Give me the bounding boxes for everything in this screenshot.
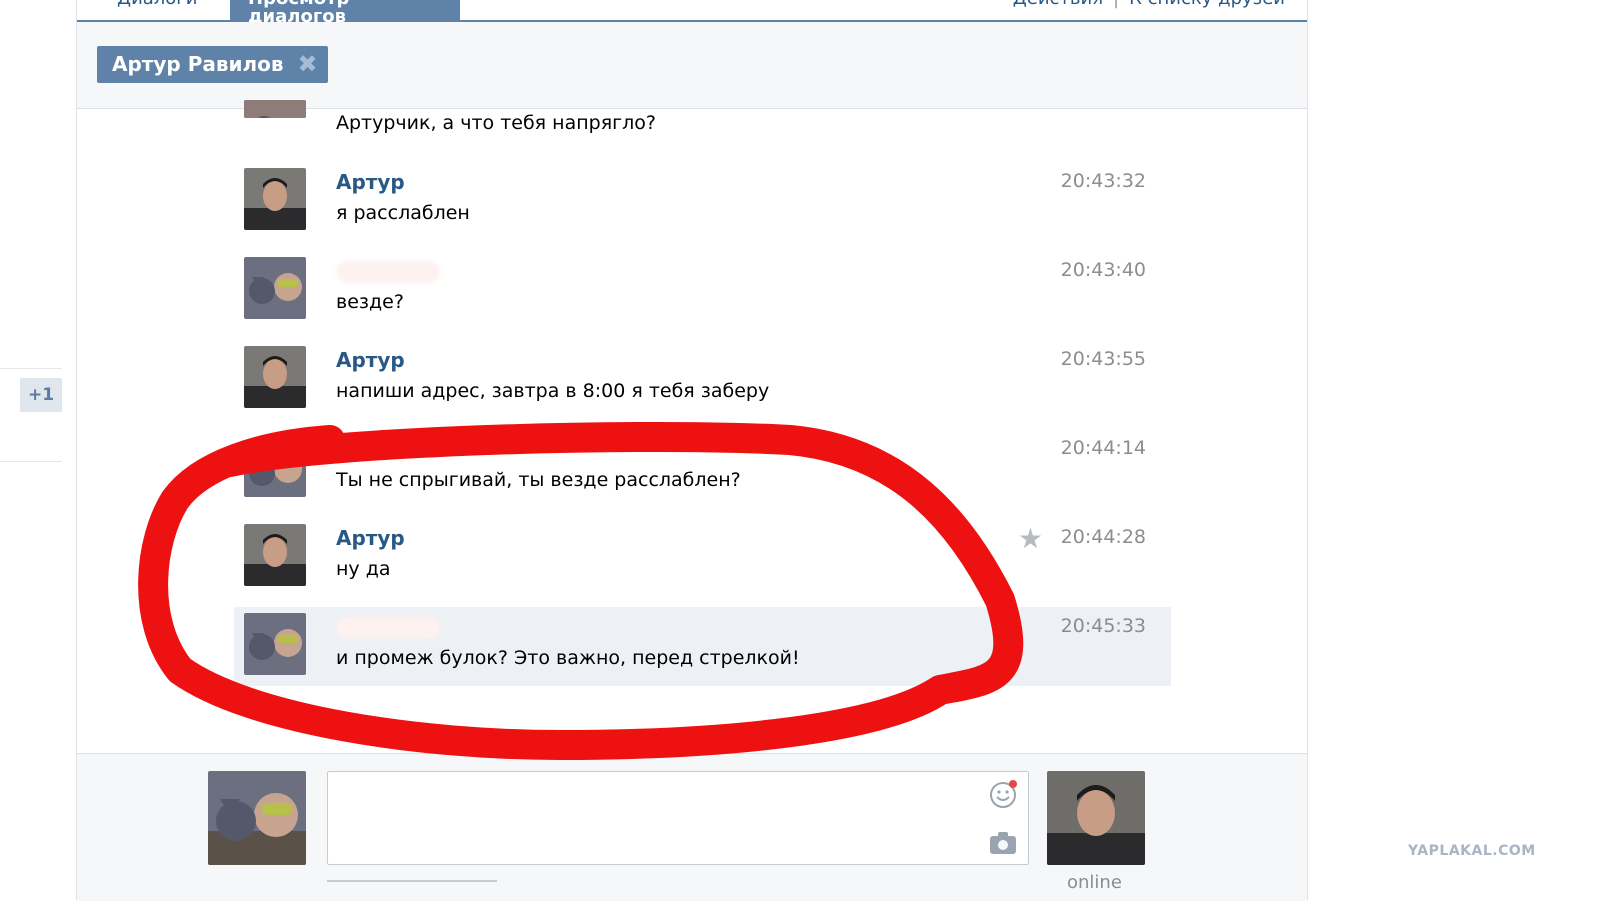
header-actions: Действия|К списку друзей bbox=[1013, 0, 1285, 8]
dialog-panel: Диалоги Просмотр диалогов Действия|К спи… bbox=[76, 0, 1308, 901]
avatar-me[interactable] bbox=[244, 459, 306, 497]
message-text: и промеж булок? Это важно, перед стрелко… bbox=[336, 647, 800, 669]
watermark: YAPLAKAL.COM bbox=[1408, 843, 1536, 859]
message-author[interactable]: Артур bbox=[336, 348, 405, 372]
avatar-artur[interactable] bbox=[244, 168, 306, 230]
message-list: Артурчик, а что тебя напрягло? Артур я р… bbox=[77, 100, 1307, 755]
smile-icon[interactable] bbox=[988, 780, 1018, 810]
actions-separator: | bbox=[1103, 0, 1129, 9]
message-time: 20:44:28 bbox=[1060, 526, 1146, 548]
tab-dialogs[interactable]: Диалоги bbox=[99, 0, 215, 20]
message-input[interactable] bbox=[327, 771, 1029, 865]
message-text: ну да bbox=[336, 558, 391, 580]
message-row[interactable]: Артур ну да ★ 20:44:28 bbox=[234, 518, 1171, 605]
composer-avatar-peer[interactable] bbox=[1047, 771, 1145, 865]
message-text: Ты не спрыгивай, ты везде расслаблен? bbox=[336, 469, 741, 491]
blurred-author bbox=[336, 261, 440, 283]
message-time: 20:43:32 bbox=[1060, 170, 1146, 192]
tab-bar: Диалоги Просмотр диалогов Действия|К спи… bbox=[77, 0, 1307, 26]
message-author[interactable]: Артур bbox=[336, 526, 405, 550]
message-row[interactable]: Ты не спрыгивай, ты везде расслаблен? 20… bbox=[234, 429, 1171, 516]
avatar-artur[interactable] bbox=[244, 346, 306, 408]
tab-view-dialogs[interactable]: Просмотр диалогов bbox=[230, 0, 460, 26]
message-text: я расслаблен bbox=[336, 202, 470, 224]
message-row[interactable]: и промеж булок? Это важно, перед стрелко… bbox=[234, 607, 1171, 686]
actions-link[interactable]: Действия bbox=[1013, 0, 1103, 9]
message-time: 20:44:14 bbox=[1060, 437, 1146, 459]
message-text: Артурчик, а что тебя напрягло? bbox=[336, 112, 656, 134]
camera-icon[interactable] bbox=[988, 830, 1018, 856]
message-time: 20:43:55 bbox=[1060, 348, 1146, 370]
message-text: везде? bbox=[336, 291, 404, 313]
sidebar-counter-badge[interactable]: +1 bbox=[20, 378, 62, 412]
message-row[interactable]: Артур я расслаблен 20:43:32 bbox=[234, 162, 1171, 249]
close-icon[interactable]: ✖ bbox=[297, 46, 317, 83]
blurred-author bbox=[336, 617, 440, 639]
send-button-stub[interactable] bbox=[327, 880, 497, 892]
avatar-me[interactable] bbox=[244, 100, 306, 118]
avatar-me[interactable] bbox=[244, 257, 306, 319]
message-author[interactable]: Артур bbox=[336, 170, 405, 194]
sidebar-divider-bottom bbox=[0, 461, 62, 462]
peer-online-status: online bbox=[1067, 872, 1122, 893]
star-icon[interactable]: ★ bbox=[1018, 522, 1043, 555]
participant-chip[interactable]: Артур Равилов ✖ bbox=[97, 46, 328, 83]
message-time: 20:43:40 bbox=[1060, 259, 1146, 281]
participant-chip-label: Артур Равилов bbox=[112, 52, 284, 76]
message-time: 20:45:33 bbox=[1060, 615, 1146, 637]
message-row[interactable]: везде? 20:43:40 bbox=[234, 251, 1171, 338]
message-text: напиши адрес, завтра в 8:00 я тебя забер… bbox=[336, 380, 770, 402]
composer-avatar-me[interactable] bbox=[208, 771, 306, 865]
message-row[interactable]: Артур напиши адрес, завтра в 8:00 я тебя… bbox=[234, 340, 1171, 427]
avatar-artur[interactable] bbox=[244, 524, 306, 586]
avatar-me[interactable] bbox=[244, 613, 306, 675]
friends-list-link[interactable]: К списку друзей bbox=[1129, 0, 1285, 9]
composer: online bbox=[77, 753, 1307, 901]
sidebar-divider-top bbox=[0, 368, 62, 369]
